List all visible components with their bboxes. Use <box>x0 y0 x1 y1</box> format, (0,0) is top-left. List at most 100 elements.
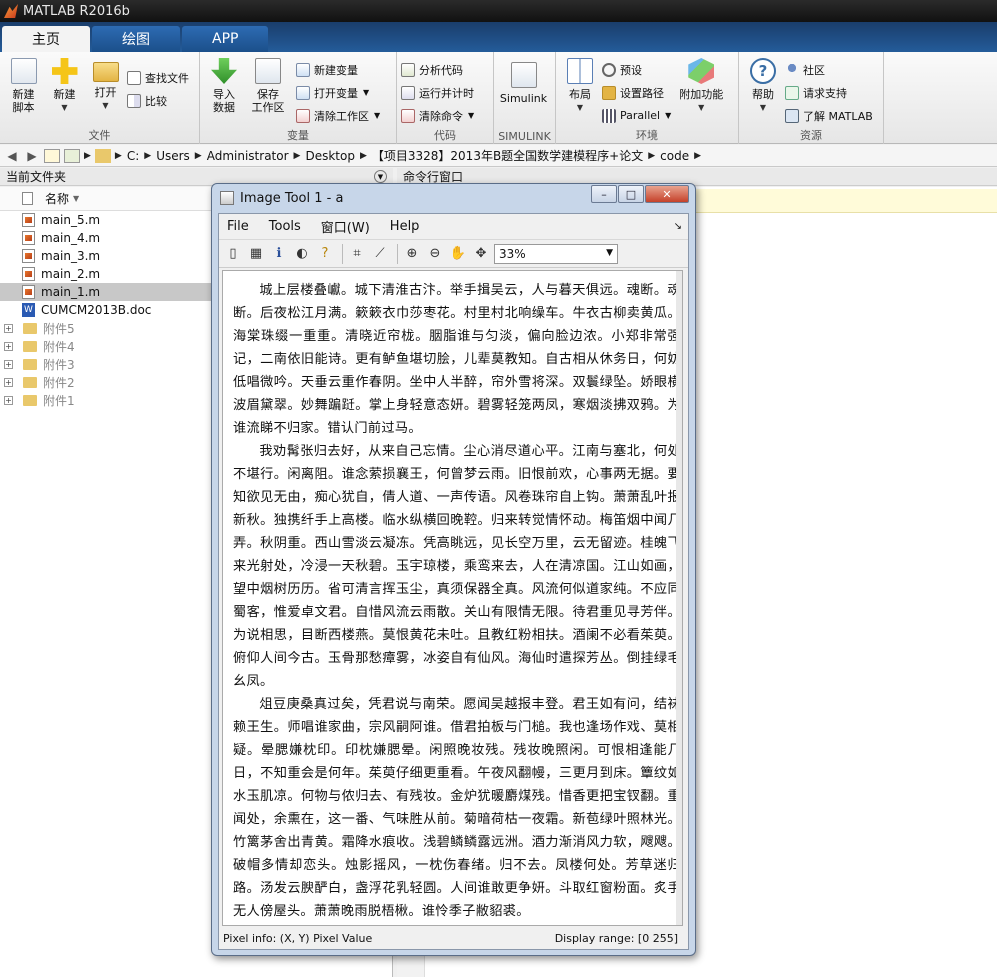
folder-name: 附件3 <box>43 357 75 372</box>
tab-plots[interactable]: 绘图 <box>92 26 180 52</box>
new-script-icon <box>10 58 37 84</box>
address-sep-icon: ▶ <box>114 150 122 161</box>
close-button[interactable]: ✕ <box>645 185 689 203</box>
image-info-icon[interactable]: ℹ <box>269 244 289 264</box>
contrast-icon[interactable]: ◐ <box>292 244 312 264</box>
import-arrow-icon <box>211 58 237 84</box>
find-files-button[interactable]: 查找文件 <box>127 66 189 89</box>
minimize-button[interactable]: – <box>591 185 617 203</box>
expand-plus-icon[interactable]: + <box>4 359 13 369</box>
file-name: main_3.m <box>41 249 101 263</box>
image-display[interactable]: 城上层楼叠巘。城下清淮古汴。举手揖吴云，人与暮天俱远。魂断。魂断。后夜松江月满。… <box>222 270 683 926</box>
addons-label: 附加功能 <box>679 88 724 101</box>
save-workspace-icon <box>255 58 281 84</box>
compare-button[interactable]: 比较 <box>127 89 189 112</box>
support-icon <box>785 85 799 100</box>
zoom-select[interactable]: 33% ▼ <box>494 243 618 264</box>
image-tool-toolbar: ▯ ▦ ℹ ◐ ? ⌗ ⟋ ⊕ ⊖ ✋ ✥ 33% ▼ <box>219 240 688 268</box>
learn-matlab-button[interactable]: 了解 MATLAB <box>785 104 873 127</box>
clear-workspace-button[interactable]: 清除工作区 ▼ <box>296 104 380 127</box>
name-column-label: 名称 <box>45 192 70 206</box>
group-file-label: 文件 <box>88 129 111 142</box>
address-bar: ◀ ▶ ▶ ▶ C: ▶ Users ▶ Administrator ▶ Des… <box>0 145 997 167</box>
help-caret-icon: ▼ <box>759 103 767 112</box>
back-arrow-icon[interactable]: ◀ <box>4 149 20 163</box>
help-icon[interactable]: ? <box>315 244 335 264</box>
maximize-button[interactable]: □ <box>618 185 644 203</box>
breadcrumb-administrator[interactable]: Administrator <box>207 149 289 163</box>
crop-icon[interactable]: ⌗ <box>347 244 367 264</box>
breadcrumb-users[interactable]: Users <box>156 149 190 163</box>
pan-hand-icon[interactable]: ✋ <box>448 244 468 264</box>
new-variable-button[interactable]: 新建变量 <box>296 58 380 81</box>
panel-menu-icon[interactable]: ▼ <box>374 170 387 183</box>
zoom-in-icon[interactable]: ⊕ <box>402 244 422 264</box>
address-sep-icon: ▶ <box>359 150 367 161</box>
forward-arrow-icon[interactable]: ▶ <box>24 149 40 163</box>
set-path-button[interactable]: 设置路径 <box>602 81 671 104</box>
addons-icon <box>688 58 715 84</box>
breadcrumb-drive[interactable]: C: <box>127 149 139 163</box>
new-label: 新建 <box>53 88 76 101</box>
text-paragraph: 我劝髯张归去好，从来自己忘情。尘心消尽道心平。江南与塞北，何处不堪行。闲离阻。谁… <box>233 444 681 689</box>
group-variable: 导入 数据 保存 工作区 新建变量 打开变量 ▼ 清除工作区 ▼ 变量 <box>200 52 397 144</box>
address-sep-icon: ▶ <box>694 150 702 161</box>
clear-commands-button[interactable]: 清除命令 ▼ <box>401 104 474 127</box>
group-code: 分析代码 运行并计时 清除命令 ▼ 代码 <box>397 52 494 144</box>
browse-folder-icon[interactable] <box>64 148 80 163</box>
expand-plus-icon[interactable]: + <box>4 395 13 405</box>
expand-plus-icon[interactable]: + <box>4 377 13 387</box>
expand-plus-icon[interactable]: + <box>4 341 13 351</box>
community-icon <box>785 62 799 77</box>
m-file-icon <box>22 231 35 245</box>
menu-help[interactable]: Help <box>390 219 420 234</box>
tab-apps[interactable]: APP <box>182 26 269 52</box>
analyze-code-icon <box>401 62 415 77</box>
open-variable-button[interactable]: 打开变量 ▼ <box>296 81 380 104</box>
menu-file[interactable]: File <box>227 219 249 234</box>
parallel-button[interactable]: Parallel ▼ <box>602 104 671 127</box>
file-name: main_5.m <box>41 213 101 227</box>
pixel-cursor-icon[interactable]: ✥ <box>471 244 491 264</box>
tab-home[interactable]: 主页 <box>2 26 90 52</box>
m-file-icon <box>22 267 35 281</box>
breadcrumb-desktop[interactable]: Desktop <box>305 149 355 163</box>
new-variable-icon <box>296 62 310 77</box>
new-script-label: 新建 脚本 <box>12 88 35 114</box>
file-name: main_4.m <box>41 231 101 245</box>
menu-tools[interactable]: Tools <box>269 219 301 234</box>
pixel-region-icon[interactable]: ▦ <box>246 244 266 264</box>
open-variable-icon <box>296 85 310 100</box>
zoom-value: 33% <box>499 246 526 261</box>
dock-arrow-icon[interactable]: ↘ <box>674 221 682 232</box>
figure-icon <box>220 191 234 205</box>
community-button[interactable]: 社区 <box>785 58 873 81</box>
address-sep-icon: ▶ <box>194 150 202 161</box>
up-folder-icon[interactable] <box>44 148 60 163</box>
request-support-button[interactable]: 请求支持 <box>785 81 873 104</box>
measure-icon[interactable]: ⟋ <box>370 244 390 264</box>
community-label: 社区 <box>803 63 825 77</box>
folder-name: 附件1 <box>43 393 75 408</box>
analyze-code-button[interactable]: 分析代码 <box>401 58 474 81</box>
import-data-label: 导入 数据 <box>213 88 235 114</box>
image-tool-titlebar[interactable]: Image Tool 1 - a – □ ✕ <box>212 184 695 212</box>
parallel-label: Parallel <box>620 109 661 122</box>
new-caret-icon: ▼ <box>61 103 68 112</box>
image-scrollbar[interactable] <box>676 271 682 925</box>
new-figure-icon[interactable]: ▯ <box>223 244 243 264</box>
file-name: main_1.m <box>41 285 101 299</box>
expand-plus-icon[interactable]: + <box>4 323 13 333</box>
zoom-out-icon[interactable]: ⊖ <box>425 244 445 264</box>
menu-window[interactable]: 窗口(W) <box>321 217 370 236</box>
address-folder-icon <box>94 148 111 163</box>
run-and-time-button[interactable]: 运行并计时 <box>401 81 474 104</box>
layout-caret-icon: ▼ <box>576 103 584 112</box>
image-text: 城上层楼叠巘。城下清淮古汴。举手揖吴云，人与暮天俱远。魂断。魂断。后夜松江月满。… <box>233 279 681 923</box>
address-sep-icon: ▶ <box>293 150 301 161</box>
image-tool-menubar: File Tools 窗口(W) Help ↘ <box>219 214 688 240</box>
breadcrumb-project[interactable]: 【项目3328】2013年B题全国数学建模程序+论文 <box>372 147 643 164</box>
preferences-button[interactable]: 预设 <box>602 58 671 81</box>
breadcrumb-code[interactable]: code <box>660 149 689 163</box>
image-tool-title: Image Tool 1 - a <box>240 190 344 206</box>
